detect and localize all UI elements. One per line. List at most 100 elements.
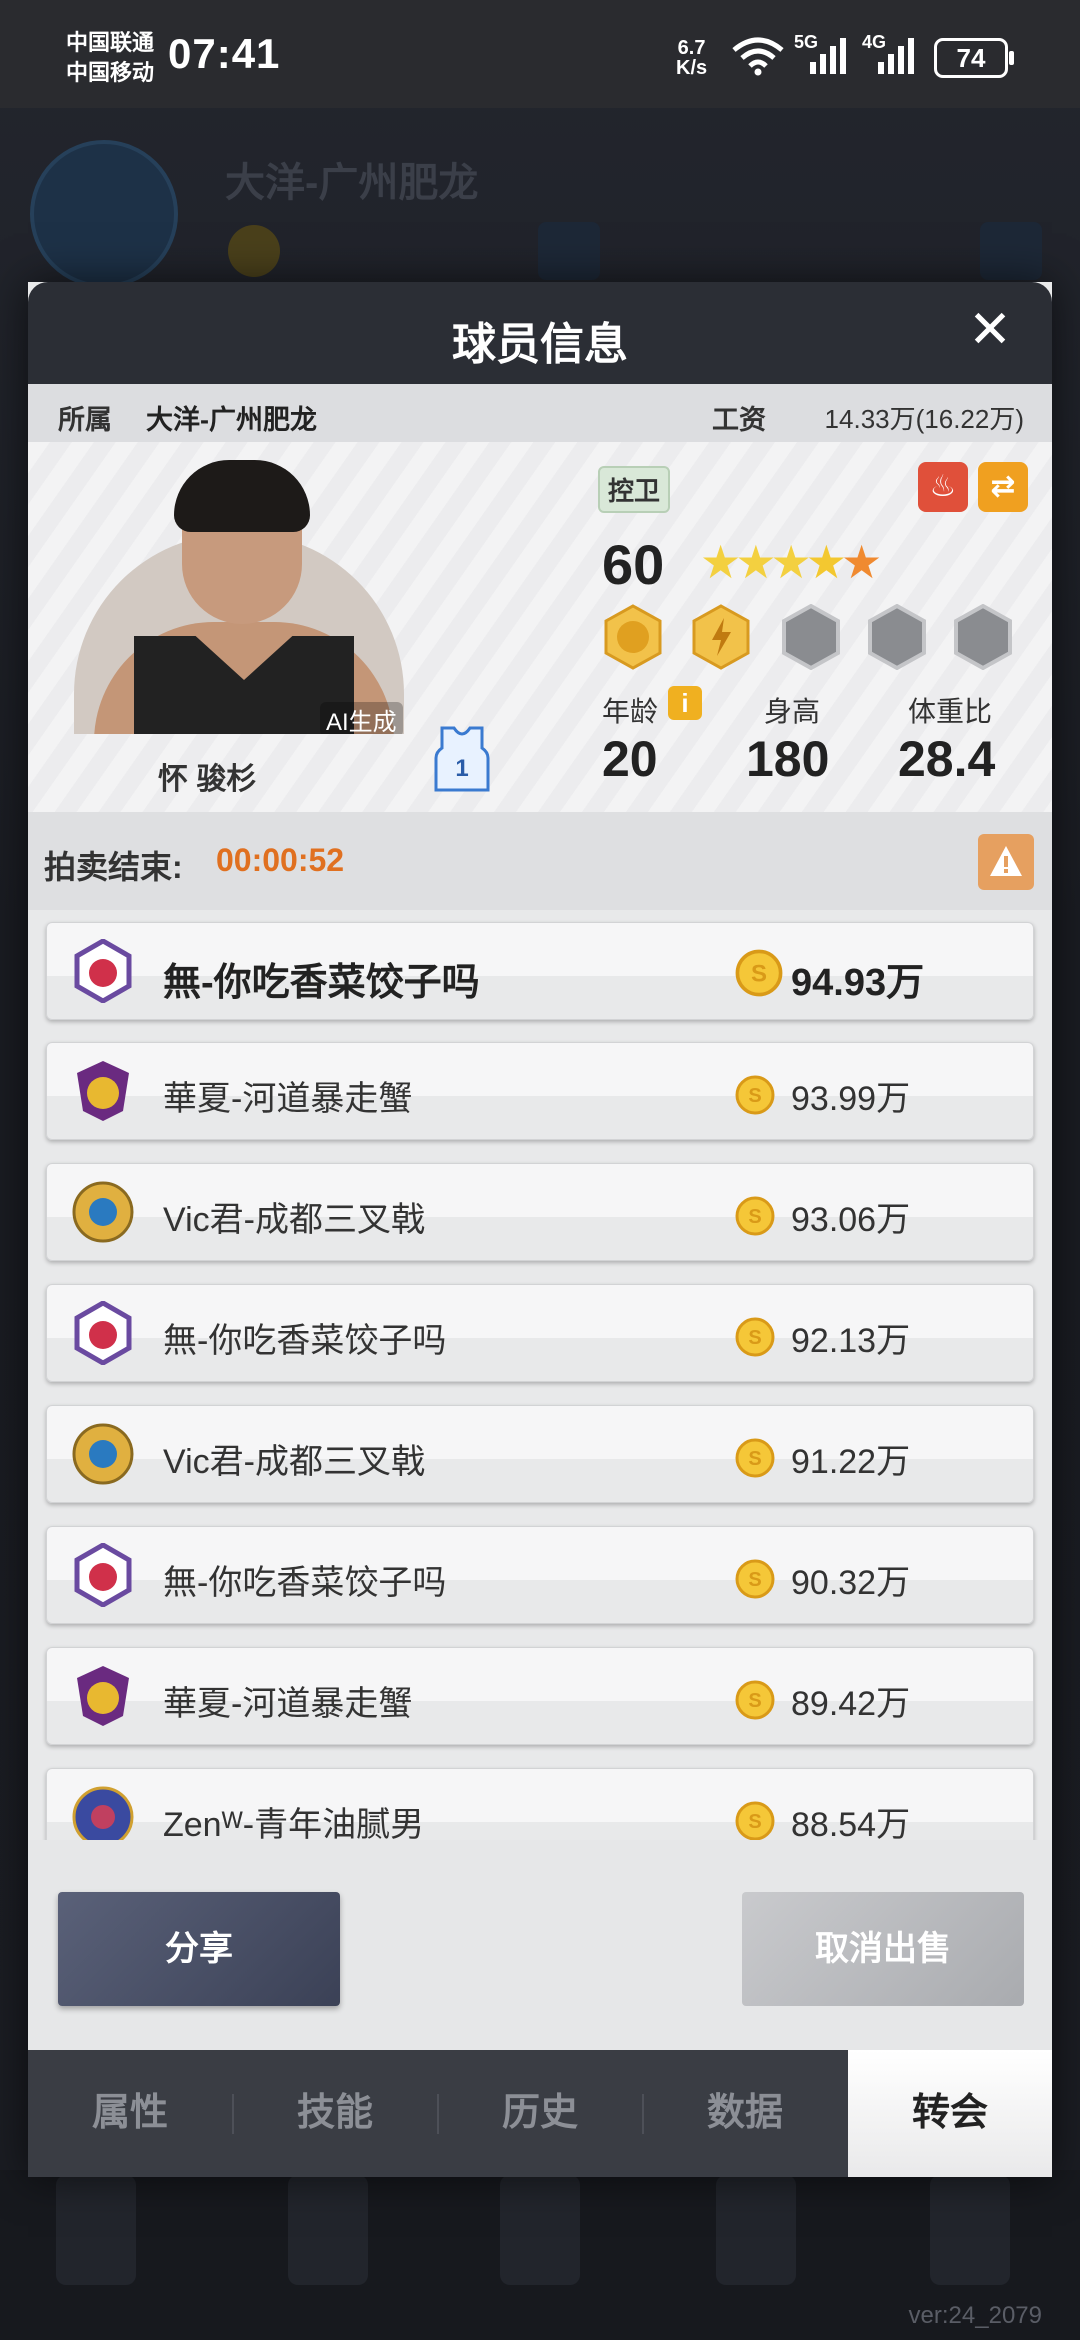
bid-row[interactable]: 無-你吃香菜饺子吗 S 92.13万: [46, 1284, 1034, 1382]
bid-team-name: 無-你吃香菜饺子吗: [163, 962, 480, 1004]
bid-team-name: Zenᵂ-青年油腻男: [163, 1806, 425, 1840]
tab-skills[interactable]: 技能: [233, 2050, 437, 2177]
bid-team-name: Vic君-成都三叉戟: [163, 1443, 425, 1481]
skill-badge-empty-icon[interactable]: [778, 604, 844, 670]
svg-text:S: S: [748, 1448, 761, 1470]
salary-label: 工资: [712, 405, 766, 435]
jersey-icon: 1: [434, 726, 490, 792]
star-rating: ★★★★★: [700, 532, 882, 592]
star-icon: ★: [770, 536, 812, 588]
background-nav-item: [716, 2175, 796, 2285]
warning-icon: [990, 846, 1022, 876]
bid-row[interactable]: Vic君-成都三叉戟 S 91.22万: [46, 1405, 1034, 1503]
bid-row[interactable]: Zenᵂ-青年油腻男 S 88.54万: [46, 1768, 1034, 1840]
bid-team-name: 華夏-河道暴走蟹: [163, 1685, 413, 1723]
bid-price: 92.13万: [791, 1322, 911, 1360]
yellow-circle-logo-icon: [72, 1423, 134, 1485]
tab-history[interactable]: 历史: [438, 2050, 642, 2177]
star-icon: ★: [735, 536, 776, 588]
status-bar: 中国联通 中国移动 07:41 6.7 K/s 5G 4G 74: [0, 0, 1080, 108]
close-button[interactable]: ✕: [966, 304, 1014, 356]
network-speed-value: 6.7: [677, 37, 706, 59]
star-icon: ★: [841, 536, 882, 588]
bid-row[interactable]: Vic君-成都三叉戟 S 93.06万: [46, 1163, 1034, 1261]
player-name: 怀 骏杉: [158, 763, 257, 796]
bid-price: 94.93万: [791, 962, 925, 1004]
ai-generated-tag: AI生成: [320, 702, 403, 734]
coin-icon: S: [735, 1801, 775, 1840]
bid-row[interactable]: 華夏-河道暴走蟹 S 89.42万: [46, 1647, 1034, 1745]
player-info-modal: 球员信息 ✕ 所属 大洋-广州肥龙 工资 14.33万(16.22万) AI生成…: [28, 282, 1052, 2177]
signal-4g-label: 4G: [862, 32, 887, 52]
background-nav-item: [930, 2175, 1010, 2285]
carrier-2: 中国移动: [66, 60, 155, 85]
share-button[interactable]: 分享: [58, 1892, 340, 2006]
age-value: 20: [602, 731, 658, 787]
salary-value: 14.33万(16.22万): [824, 404, 1024, 434]
background-chip: [538, 222, 600, 280]
coin-icon: S: [735, 949, 783, 997]
clock: 07:41: [168, 30, 281, 77]
team-logo: [30, 140, 178, 288]
bid-row[interactable]: 無-你吃香菜饺子吗 S 90.32万: [46, 1526, 1034, 1624]
flame-icon: ♨: [929, 470, 957, 503]
bid-price: 91.22万: [791, 1443, 911, 1481]
coin-icon: [228, 225, 280, 277]
trade-button[interactable]: ⇄: [978, 462, 1028, 512]
bid-list[interactable]: 無-你吃香菜饺子吗 S 94.93万 華夏-河道暴走蟹 S 93.99万 Vic…: [28, 910, 1052, 1840]
skill-badge-empty-icon[interactable]: [864, 604, 930, 670]
tab-attributes[interactable]: 属性: [28, 2050, 232, 2177]
signal-5g-icon: 5G: [794, 32, 852, 83]
battery-indicator: 74: [934, 38, 1014, 78]
svg-text:S: S: [748, 1690, 761, 1712]
yellow-circle-logo-icon: [72, 1181, 134, 1243]
svg-text:S: S: [748, 1327, 761, 1349]
coin-icon: S: [735, 1317, 775, 1357]
background-team-name: 大洋-广州肥龙: [225, 161, 479, 205]
background-nav-item: [288, 2175, 368, 2285]
modal-title: 球员信息: [452, 320, 628, 369]
skill-badge-bolt-icon[interactable]: [688, 604, 754, 670]
age-label: 年龄: [602, 696, 659, 727]
info-icon[interactable]: i: [668, 686, 702, 720]
purple-hex-logo-icon: [74, 1301, 132, 1365]
swap-icon: ⇄: [990, 470, 1016, 503]
purple-hex-logo-icon: [74, 1543, 132, 1607]
team-value: 大洋-广州肥龙: [146, 405, 317, 435]
skill-badge-empty-icon[interactable]: [950, 604, 1016, 670]
wifi-icon: [732, 37, 784, 76]
auction-timer-bar: 拍卖结束: 00:00:52: [28, 812, 1052, 910]
carrier-1: 中国联通: [66, 30, 155, 55]
skill-badge-gold-icon[interactable]: [600, 604, 666, 670]
report-button[interactable]: [978, 834, 1034, 890]
position-badge: 控卫: [598, 466, 671, 513]
bmi-value: 28.4: [898, 731, 996, 787]
coin-icon: S: [735, 1438, 775, 1478]
tab-transfer[interactable]: 转会: [848, 2050, 1052, 2177]
height-label: 身高: [764, 696, 821, 727]
cancel-sale-button[interactable]: 取消出售: [742, 1892, 1024, 2006]
background-nav-item: [56, 2175, 136, 2285]
star-icon: ★: [805, 536, 847, 588]
bid-row[interactable]: 華夏-河道暴走蟹 S 93.99万: [46, 1042, 1034, 1140]
bid-price: 93.06万: [791, 1201, 911, 1239]
svg-text:S: S: [748, 1811, 761, 1833]
tab-data[interactable]: 数据: [643, 2050, 847, 2177]
coin-icon: S: [735, 1680, 775, 1720]
auction-countdown: 00:00:52: [216, 842, 345, 878]
bid-team-name: Vic君-成都三叉戟: [163, 1201, 425, 1239]
bid-team-name: 華夏-河道暴走蟹: [163, 1080, 413, 1118]
star-icon: ★: [700, 536, 741, 588]
carrier-labels: 中国联通 中国移动: [66, 28, 154, 88]
auction-label: 拍卖结束:: [44, 849, 183, 885]
overall-rating: 60: [602, 533, 665, 596]
hot-button[interactable]: ♨: [918, 462, 968, 512]
modal-header: 球员信息 ✕: [28, 282, 1052, 384]
bid-price: 90.32万: [791, 1564, 911, 1602]
bmi-label: 体重比: [908, 696, 993, 727]
close-icon: ✕: [968, 301, 1012, 359]
signal-4g-icon: 4G: [862, 32, 920, 83]
svg-text:S: S: [748, 1206, 761, 1228]
bid-row[interactable]: 無-你吃香菜饺子吗 S 94.93万: [46, 922, 1034, 1020]
network-speed-unit: K/s: [676, 57, 708, 79]
